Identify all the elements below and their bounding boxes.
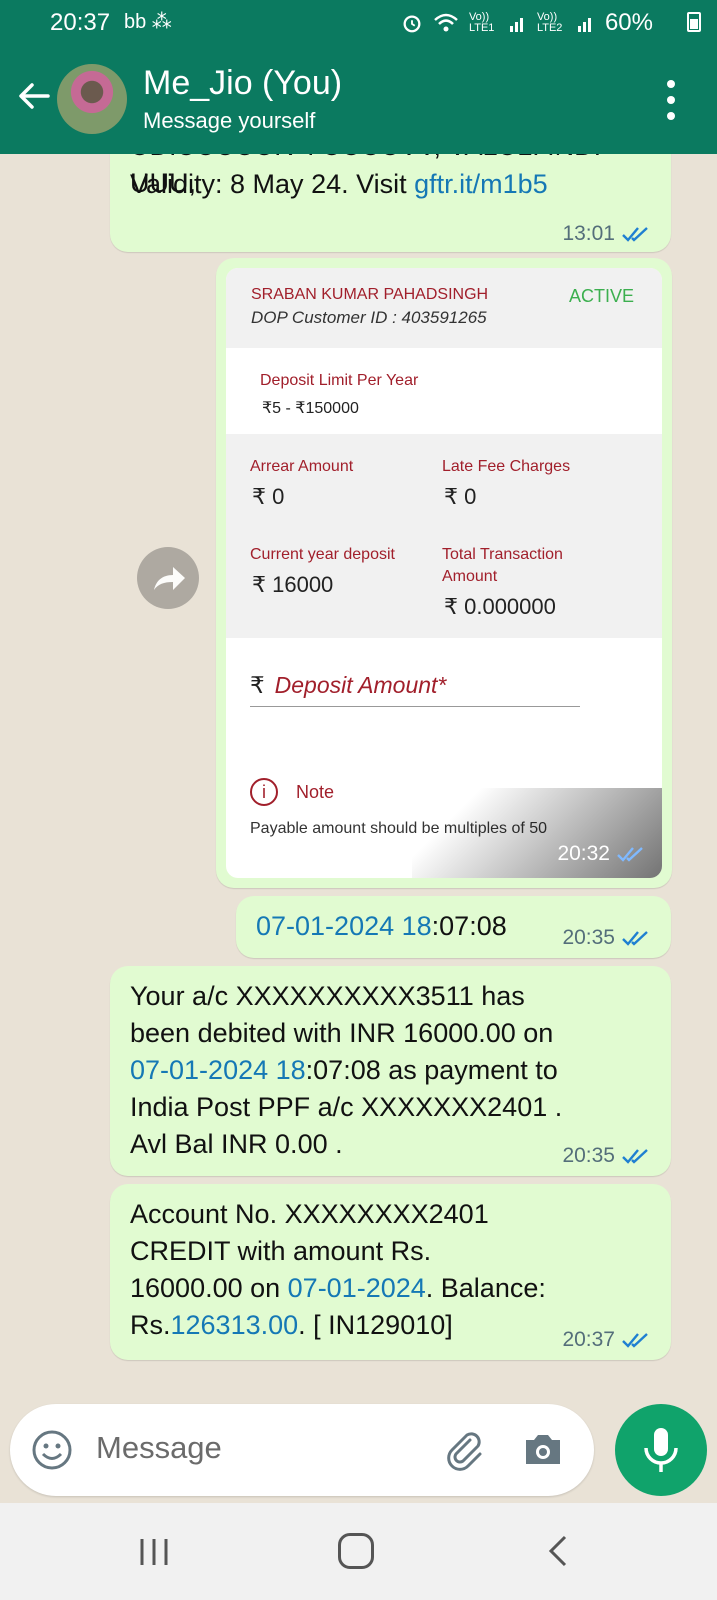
message-meta: 20:35 [562,1144,653,1168]
network-2-label: Vo)) LTE2 [536,11,563,34]
alarm-icon [403,15,421,33]
signal-icon [509,18,523,32]
message-text: 07-01-2024 18:07:08 [256,911,507,941]
amount-link[interactable]: 126313.00 [171,1310,299,1340]
recent-apps-icon[interactable] [138,1537,170,1567]
message-meta: 20:37 [562,1328,653,1352]
current-deposit-value: ₹ 16000 [252,572,334,597]
message-input[interactable]: Message [96,1430,222,1466]
message-bubble[interactable]: Your a/c XXXXXXXXXX3511 has been debited… [110,966,671,1176]
network-1-label: Vo)) LTE1 [468,11,495,34]
read-ticks-icon [617,847,643,862]
attach-icon[interactable] [440,1426,486,1472]
message-bubble[interactable]: 07-01-2024 18:07:08 20:35 [236,896,671,958]
current-deposit-label: Current year deposit [250,546,395,563]
avatar[interactable] [57,64,127,134]
date-link[interactable]: 07-01-2024 18 [130,1055,306,1085]
date-link[interactable]: 07-01-2024 [288,1273,426,1303]
message-text: Validity: 8 May 24. Visit gftr.it/m1b5 [130,169,548,199]
total-txn-label: Total Transaction Amount [442,546,563,585]
status-badge: ACTIVE [568,286,634,306]
mic-icon [644,1428,678,1472]
message-bubble[interactable]: UDIUUUUUIV I UUUUVV, VALUL. IND. UUU, Va… [110,154,671,252]
system-nav-bar [0,1503,717,1600]
read-ticks-icon [622,227,648,242]
contact-subtitle[interactable]: Message yourself [143,108,315,134]
deposit-limit-label: Deposit Limit Per Year [260,372,419,389]
arrear-value: ₹ 0 [252,484,285,509]
message-time: 20:37 [562,1328,615,1351]
camera-icon[interactable] [520,1428,566,1470]
message-time: 13:01 [562,222,615,245]
status-bar: 20:37 bb ⁂ Vo)) LTE1 Vo)) LTE2 60% [0,0,717,46]
message-text: Your a/c XXXXXXXXXX3511 has been debited… [130,981,563,1159]
message-meta: 20:32 [557,842,648,866]
read-ticks-icon [622,1149,648,1164]
back-arrow-icon[interactable] [14,76,54,116]
home-icon[interactable] [338,1533,374,1569]
read-ticks-icon [622,1333,648,1348]
chat-header: Me_Jio (You) Message yourself [0,46,717,154]
message-time: 20:35 [562,926,615,949]
message-meta: 20:35 [562,926,653,950]
info-icon: i [250,778,278,806]
message-link[interactable]: gftr.it/m1b5 [414,169,548,199]
late-fee-label: Late Fee Charges [442,458,571,475]
read-ticks-icon [622,931,648,946]
total-txn-value: ₹ 0.000000 [444,594,556,619]
notification-icons: bb ⁂ [124,11,172,33]
mic-button[interactable] [615,1404,707,1496]
deposit-amount-field: ₹ Deposit Amount* [250,672,446,699]
arrear-label: Arrear Amount [250,458,354,475]
deposit-placeholder: Deposit Amount* [274,672,447,698]
image-message-bubble[interactable]: SRABAN KUMAR PAHADSINGH DOP Customer ID … [216,258,672,888]
battery-icon [687,12,701,32]
rupee-icon: ₹ [250,672,265,698]
message-bubble[interactable]: Account No. XXXXXXXX2401 CREDIT with amo… [110,1184,671,1360]
date-link[interactable]: 07-01-2024 18 [256,911,432,941]
more-options-icon[interactable] [667,80,675,120]
forward-icon [154,567,185,590]
contact-name[interactable]: Me_Jio (You) [143,64,342,103]
message-time: 20:35 [562,1144,615,1167]
wifi-icon [434,13,458,32]
message-text: Account No. XXXXXXXX2401 CREDIT with amo… [130,1199,546,1340]
note-title: Note [296,782,335,802]
forward-button[interactable] [137,547,199,609]
message-composer[interactable]: Message [10,1404,594,1496]
chat-area[interactable]: UDIUUUUUIV I UUUUVV, VALUL. IND. UUU, Va… [0,154,717,1390]
late-fee-value: ₹ 0 [444,484,477,509]
signal-2-icon [577,18,591,32]
screenshot-image[interactable]: SRABAN KUMAR PAHADSINGH DOP Customer ID … [226,268,662,878]
message-meta: 13:01 [562,222,653,246]
customer-id: DOP Customer ID : 403591265 [251,308,487,327]
status-time: 20:37 [50,9,111,36]
deposit-limit-value: ₹5 - ₹150000 [262,400,359,417]
battery-percent: 60% [604,9,653,36]
back-nav-icon[interactable] [545,1533,571,1569]
emoji-icon[interactable] [30,1428,74,1472]
message-time: 20:32 [557,842,610,865]
status-right: Vo)) LTE1 Vo)) LTE2 60% [401,9,653,37]
account-holder: SRABAN KUMAR PAHADSINGH [251,286,489,303]
deposit-underline [250,706,580,707]
